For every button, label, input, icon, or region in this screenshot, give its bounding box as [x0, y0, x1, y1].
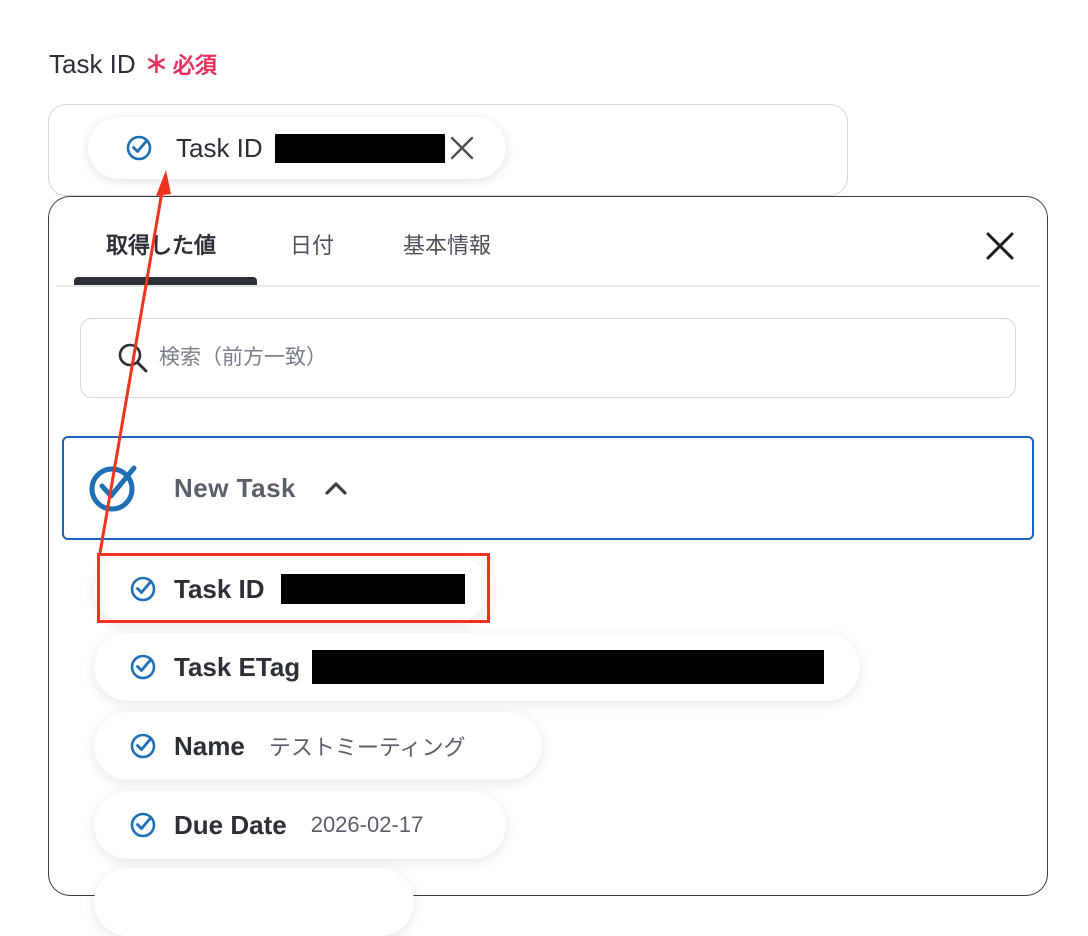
list-item-name[interactable]: Name テストミーティング — [94, 712, 542, 780]
required-star: ∗ — [143, 47, 169, 80]
close-icon[interactable] — [447, 133, 477, 163]
tabs-divider — [56, 285, 1040, 287]
selected-value-chip[interactable]: Task ID — [88, 117, 506, 179]
list-item-task-id[interactable]: Task ID — [94, 555, 488, 623]
field-label: Task ID ∗ 必須 — [49, 48, 217, 80]
chevron-up-icon — [324, 480, 348, 496]
redacted-value — [312, 650, 825, 684]
item-value: テストミーティング — [268, 735, 466, 760]
search-field[interactable] — [80, 318, 1016, 398]
tab-obtained-values[interactable]: 取得した値 — [106, 228, 216, 260]
item-label: Task ETag — [174, 651, 301, 682]
item-value: 2026-02-17 — [310, 812, 424, 837]
tab-basic-info[interactable]: 基本情報 — [403, 228, 491, 260]
check-circle-icon — [128, 574, 158, 604]
field-label-text: Task ID — [49, 48, 136, 79]
active-tab-indicator — [74, 277, 257, 285]
close-icon[interactable] — [982, 228, 1018, 264]
item-label: Name — [174, 730, 245, 761]
check-circle-icon — [124, 133, 154, 163]
group-title: New Task — [174, 472, 297, 503]
required-badge: 必須 — [172, 53, 217, 78]
list-item-due-date[interactable]: Due Date 2026-02-17 — [94, 791, 506, 859]
redacted-value — [274, 133, 445, 163]
chip-label: Task ID — [176, 132, 263, 163]
item-label: Task ID — [174, 573, 265, 604]
search-icon — [117, 342, 149, 374]
list-item-task-etag[interactable]: Task ETag — [94, 633, 860, 701]
check-circle-icon — [88, 462, 140, 514]
list-item[interactable] — [94, 868, 414, 936]
check-circle-icon — [128, 810, 158, 840]
check-circle-icon — [128, 731, 158, 761]
tab-date[interactable]: 日付 — [290, 228, 334, 260]
check-circle-icon — [128, 652, 158, 682]
item-label: Due Date — [174, 809, 287, 840]
group-new-task[interactable]: New Task — [62, 436, 1034, 540]
redacted-value — [280, 574, 465, 604]
search-input[interactable] — [157, 345, 957, 371]
